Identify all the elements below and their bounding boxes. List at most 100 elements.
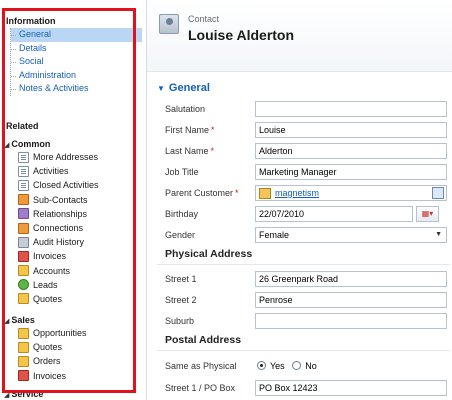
first-name-field[interactable]: Louise bbox=[255, 122, 447, 138]
job-title-label: Job Title bbox=[165, 167, 199, 177]
nav-label: Connections bbox=[33, 223, 84, 234]
leads-icon bbox=[18, 279, 29, 291]
nav-social[interactable]: Social bbox=[11, 55, 142, 69]
parent-customer-row: Parent Customer * magnetism bbox=[165, 185, 450, 205]
radio-yes-label: Yes bbox=[270, 361, 285, 371]
nav-activities[interactable]: Activities bbox=[18, 164, 138, 178]
last-name-field[interactable]: Alderton bbox=[255, 143, 447, 159]
common-title: Common bbox=[11, 139, 51, 149]
activities-icon bbox=[18, 165, 29, 177]
same-as-physical-label: Same as Physical bbox=[165, 361, 237, 371]
street2-row: Street 2 Penrose bbox=[165, 292, 450, 312]
nav-label: Accounts bbox=[33, 265, 71, 276]
nav-label: Quotes bbox=[33, 293, 63, 304]
nav-label: Relationships bbox=[33, 208, 88, 219]
orders-icon bbox=[18, 355, 29, 367]
general-section-header[interactable]: ▼ General bbox=[157, 82, 210, 94]
nav-label: Audit History bbox=[33, 237, 85, 248]
nav-relationships[interactable]: Relationships bbox=[18, 207, 138, 221]
nav-general[interactable]: General bbox=[11, 28, 142, 42]
radio-yes[interactable] bbox=[257, 361, 266, 370]
parent-customer-label: Parent Customer * bbox=[165, 185, 239, 201]
gender-label: Gender bbox=[165, 230, 196, 240]
closed-activities-icon bbox=[18, 179, 29, 191]
entity-name: Contact bbox=[188, 14, 220, 24]
last-name-label: Last Name * bbox=[165, 143, 214, 159]
nav-label: Closed Activities bbox=[33, 180, 99, 191]
left-navigation: Information General Details Social Admin… bbox=[0, 0, 147, 400]
contact-icon bbox=[159, 14, 179, 34]
nav-sales-invoices[interactable]: Invoices bbox=[18, 369, 138, 383]
chevron-down-icon: ▼ bbox=[435, 231, 442, 238]
nav-connections[interactable]: Connections bbox=[18, 221, 138, 235]
nav-opportunities[interactable]: Opportunities bbox=[18, 326, 138, 340]
collapse-triangle-icon: ◢ bbox=[4, 142, 10, 149]
gender-row: Gender Female ▼ bbox=[165, 227, 450, 247]
sales-group-header[interactable]: ◢ Sales bbox=[4, 315, 35, 325]
invoices-icon bbox=[18, 370, 29, 382]
street1-row: Street 1 26 Greenpark Road bbox=[165, 271, 450, 291]
calendar-icon[interactable]: ▦▾ bbox=[416, 206, 439, 222]
nav-leads[interactable]: Leads bbox=[18, 278, 138, 292]
sales-title: Sales bbox=[11, 315, 35, 325]
suburb-field[interactable] bbox=[255, 313, 447, 329]
collapse-triangle-icon: ◢ bbox=[4, 392, 10, 399]
same-as-physical-radios: Yes No bbox=[257, 358, 317, 374]
radio-no-label: No bbox=[305, 361, 317, 371]
suburb-label: Suburb bbox=[165, 316, 195, 326]
common-group-header[interactable]: ◢ Common bbox=[4, 139, 50, 149]
street1-label: Street 1 bbox=[165, 274, 197, 284]
sub-contacts-icon bbox=[18, 194, 29, 206]
form-area: Contact Louise Alderton ▼ General Salutat… bbox=[147, 0, 452, 400]
nav-sales-quotes[interactable]: Quotes bbox=[18, 340, 138, 354]
gender-select[interactable]: Female ▼ bbox=[255, 227, 447, 243]
nav-accounts[interactable]: Accounts bbox=[18, 264, 138, 278]
nav-details[interactable]: Details bbox=[11, 42, 142, 56]
suburb-row: Suburb bbox=[165, 313, 450, 333]
collapse-triangle-icon: ◢ bbox=[4, 318, 10, 325]
collapse-triangle-icon: ▼ bbox=[157, 84, 165, 93]
nav-sub-contacts[interactable]: Sub-Contacts bbox=[18, 193, 138, 207]
parent-customer-link[interactable]: magnetism bbox=[275, 188, 319, 198]
birthday-row: Birthday 22/07/2010 ▦▾ bbox=[165, 206, 450, 226]
nav-label: Sub-Contacts bbox=[33, 194, 88, 205]
relationships-icon bbox=[18, 208, 29, 220]
nav-quotes[interactable]: Quotes bbox=[18, 292, 138, 306]
nav-notes-activities[interactable]: Notes & Activities bbox=[11, 82, 142, 96]
job-title-field[interactable]: Marketing Manager bbox=[255, 164, 447, 180]
first-name-row: First Name * Louise bbox=[165, 122, 450, 142]
last-name-row: Last Name * Alderton bbox=[165, 143, 450, 163]
account-icon bbox=[259, 188, 271, 200]
nav-label: Invoices bbox=[33, 370, 67, 381]
parent-customer-lookup[interactable]: magnetism bbox=[255, 185, 447, 201]
required-indicator: * bbox=[210, 146, 215, 156]
nav-invoices[interactable]: Invoices bbox=[18, 249, 138, 263]
label-text: First Name bbox=[165, 125, 210, 135]
label-text: Parent Customer bbox=[165, 188, 234, 198]
common-list: More Addresses Activities Closed Activit… bbox=[18, 150, 138, 306]
nav-closed-activities[interactable]: Closed Activities bbox=[18, 178, 138, 192]
nav-label: Opportunities bbox=[33, 328, 87, 339]
lookup-search-icon[interactable] bbox=[432, 187, 444, 199]
nav-label: More Addresses bbox=[33, 152, 99, 163]
required-indicator: * bbox=[211, 125, 215, 135]
invoices-icon bbox=[18, 250, 29, 262]
service-group-header[interactable]: ◢ Service bbox=[4, 389, 43, 399]
radio-no[interactable] bbox=[292, 361, 302, 370]
nav-audit-history[interactable]: Audit History bbox=[18, 235, 138, 249]
opportunities-icon bbox=[18, 327, 29, 339]
nav-administration[interactable]: Administration bbox=[11, 69, 142, 83]
service-title: Service bbox=[11, 389, 44, 399]
street1-field[interactable]: 26 Greenpark Road bbox=[255, 271, 447, 287]
birthday-field[interactable]: 22/07/2010 bbox=[255, 206, 413, 222]
nav-orders[interactable]: Orders bbox=[18, 354, 138, 368]
first-name-label: First Name * bbox=[165, 122, 215, 138]
accounts-icon bbox=[18, 265, 29, 277]
po-box-field[interactable]: PO Box 12423 bbox=[255, 380, 447, 396]
gender-value: Female bbox=[259, 230, 290, 240]
nav-label: Leads bbox=[33, 279, 58, 290]
street2-field[interactable]: Penrose bbox=[255, 292, 447, 308]
salutation-field[interactable] bbox=[255, 101, 447, 117]
record-title: Louise Alderton bbox=[188, 27, 295, 43]
nav-more-addresses[interactable]: More Addresses bbox=[18, 150, 138, 164]
